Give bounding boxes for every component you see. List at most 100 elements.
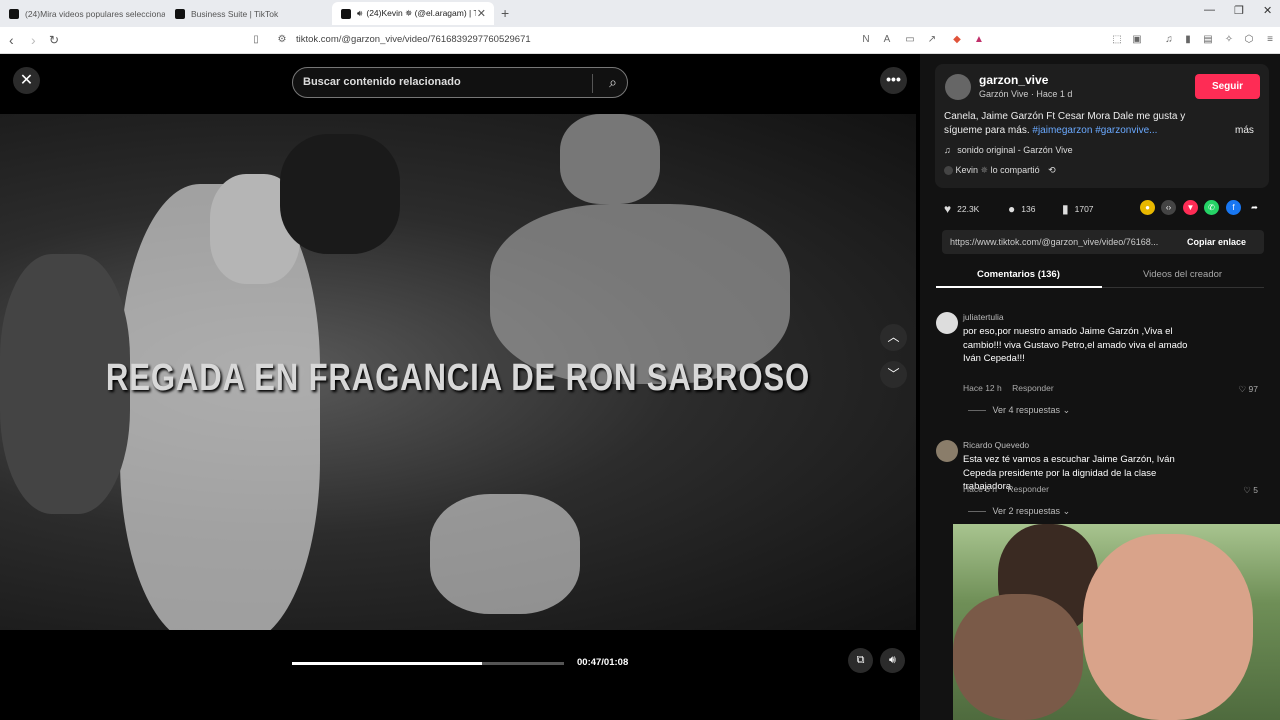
follow-button[interactable]: Seguir: [1195, 74, 1260, 99]
reply-button[interactable]: Responder: [1007, 484, 1049, 494]
view-replies-button[interactable]: Ver 2 respuestas ⌄: [968, 506, 1070, 517]
reply-button[interactable]: Responder: [1012, 383, 1054, 393]
share-page-icon[interactable]: ↗: [926, 34, 938, 46]
video-frame[interactable]: REGADA EN FRAGANCIA DE RON SABROSO: [0, 114, 916, 630]
vpn-icon[interactable]: ⬡: [1243, 34, 1255, 46]
creator-subline: Garzón Vive · Hace 1 d: [979, 89, 1073, 99]
webcam-person: [1083, 534, 1253, 720]
post-description: Canela, Jaime Garzón Ft Cesar Mora Dale …: [944, 110, 1214, 138]
cast-icon[interactable]: ▭: [904, 34, 916, 46]
next-video-button[interactable]: ﹀: [880, 361, 907, 388]
translate-icon[interactable]: A: [881, 34, 893, 46]
comment-meta: Hace 5 h Responder: [963, 484, 1049, 494]
post-info-card: garzon_vive Garzón Vive · Hace 1 d Segui…: [935, 64, 1269, 188]
comment-username[interactable]: juliatertulia: [963, 312, 1004, 322]
repost-icon: ⟲: [1048, 165, 1056, 175]
send-icon[interactable]: ▼: [1183, 200, 1198, 215]
embed-icon[interactable]: ‹›: [1161, 200, 1176, 215]
video-player[interactable]: REGADA EN FRAGANCIA DE RON SABROSO ✕ Bus…: [0, 54, 920, 690]
shared-user[interactable]: Kevin: [956, 165, 979, 175]
pip-button[interactable]: ⧉: [848, 648, 873, 673]
copy-link-button[interactable]: Copiar enlace: [1187, 237, 1246, 247]
volume-button[interactable]: 🔊︎: [880, 648, 905, 673]
close-video-button[interactable]: ✕: [13, 67, 40, 94]
sound-row[interactable]: ♫ sonido original - Garzón Vive: [944, 145, 1073, 155]
menu-icon[interactable]: ≡: [1264, 34, 1276, 46]
reload-icon[interactable]: ↻: [49, 33, 59, 47]
more-options-button[interactable]: •••: [880, 67, 907, 94]
browser-tab-3-active[interactable]: 🔊︎ (24)Kevin ✵ (@el.aragam) | T ✕: [332, 2, 494, 25]
heart-icon: ♥: [944, 202, 952, 216]
comment-like-count: 5: [1253, 485, 1258, 495]
divider-line: [968, 511, 986, 513]
restore-icon[interactable]: ❐: [1234, 4, 1244, 17]
wallet-icon[interactable]: ▤: [1202, 34, 1214, 46]
browser-tab-1[interactable]: (24)Mira videos populares seleccionad: [0, 2, 165, 25]
extensions-icon[interactable]: ⬚: [1111, 34, 1123, 46]
avatar[interactable]: [936, 312, 958, 334]
like-count: 22.3K: [957, 204, 980, 214]
tiktok-icon: [175, 8, 185, 19]
related-search-input[interactable]: Buscar contenido relacionado ⌕: [292, 67, 628, 98]
rewards-icon[interactable]: ▲: [973, 34, 985, 46]
tab-search-icon[interactable]: ▣: [1131, 34, 1143, 46]
view-replies-button[interactable]: Ver 4 respuestas ⌄: [968, 405, 1070, 416]
tab-title: (24)Mira videos populares seleccionad: [25, 8, 165, 19]
close-window-icon[interactable]: ✕: [1263, 4, 1272, 17]
divider-line: [968, 410, 986, 412]
back-icon[interactable]: ‹: [9, 32, 14, 48]
video-caption: REGADA EN FRAGANCIA DE RON SABROSO: [105, 357, 811, 399]
link-bar: https://www.tiktok.com/@garzon_vive/vide…: [942, 230, 1264, 254]
new-tab-icon[interactable]: +: [501, 5, 509, 21]
whatsapp-icon[interactable]: ✆: [1204, 200, 1219, 215]
chevron-down-icon: ⌄: [1062, 405, 1071, 415]
creator-username[interactable]: garzon_vive: [979, 73, 1048, 87]
progress-fill: [292, 662, 483, 665]
tab-creator-videos[interactable]: Videos del creador: [1143, 269, 1222, 280]
minimize-icon[interactable]: —: [1204, 4, 1215, 16]
share-icon[interactable]: ➦: [1247, 200, 1262, 215]
forward-icon[interactable]: ›: [31, 32, 36, 48]
save-count: 1707: [1074, 204, 1094, 214]
site-settings-icon[interactable]: ⚙: [276, 34, 288, 46]
facebook-icon[interactable]: f: [1226, 200, 1241, 215]
reader-icon[interactable]: N: [860, 34, 872, 46]
progress-bar[interactable]: [292, 662, 564, 665]
video-figure: [430, 494, 580, 614]
view-replies-label: Ver 4 respuestas: [992, 405, 1061, 415]
leo-icon[interactable]: ✧: [1223, 34, 1235, 46]
comment-username[interactable]: Ricardo Quevedo: [963, 440, 1029, 450]
save-action[interactable]: ▮ 1707: [1062, 202, 1094, 216]
more-link[interactable]: más: [1235, 125, 1254, 136]
media-icon[interactable]: ♫: [1163, 34, 1175, 46]
music-note-icon: ♫: [944, 145, 951, 155]
avatar[interactable]: [945, 74, 971, 100]
search-icon[interactable]: ⌕: [609, 74, 617, 91]
tab-title: (24)Kevin ✵ (@el.aragam) | T: [366, 8, 477, 18]
comment-meta: Hace 12 h Responder: [963, 383, 1054, 393]
browser-tab-2[interactable]: Business Suite | TikTok: [166, 2, 331, 25]
comment-item: juliatertulia por eso,por nuestro amado …: [936, 312, 1266, 422]
comment-like[interactable]: ♡ 5: [1243, 485, 1258, 496]
brave-shield-icon[interactable]: ◆: [951, 34, 963, 46]
time-display: 00:47/01:08: [577, 657, 629, 668]
post-link[interactable]: https://www.tiktok.com/@garzon_vive/vide…: [950, 237, 1176, 247]
previous-video-button[interactable]: ︿: [880, 324, 907, 351]
close-tab-icon[interactable]: ✕: [477, 7, 486, 20]
webcam-overlay: [953, 524, 1280, 720]
url-field[interactable]: tiktok.com/@garzon_vive/video/7616839297…: [296, 34, 531, 45]
view-replies-label: Ver 2 respuestas: [992, 506, 1061, 516]
tiktok-icon: [9, 8, 19, 19]
sound-name[interactable]: sonido original - Garzón Vive: [957, 145, 1072, 155]
comment-action[interactable]: ● 136: [1008, 202, 1035, 216]
like-action[interactable]: ♥ 22.3K: [944, 202, 979, 216]
comment-like[interactable]: ♡ 97: [1239, 384, 1258, 395]
tab-comments[interactable]: Comentarios (136): [977, 269, 1060, 280]
bookmark-icon[interactable]: ▯: [250, 34, 262, 46]
coin-icon[interactable]: ●: [1140, 200, 1155, 215]
hashtags[interactable]: #jaimegarzon #garzonvive...: [1032, 125, 1157, 136]
avatar[interactable]: [936, 440, 958, 462]
sidebar-icon[interactable]: ▮: [1182, 34, 1194, 46]
comment-time: Hace 12 h: [963, 383, 1002, 393]
action-row: ♥ 22.3K ● 136 ▮ 1707 ● ‹› ▼ ✆ f ➦: [944, 200, 1264, 218]
